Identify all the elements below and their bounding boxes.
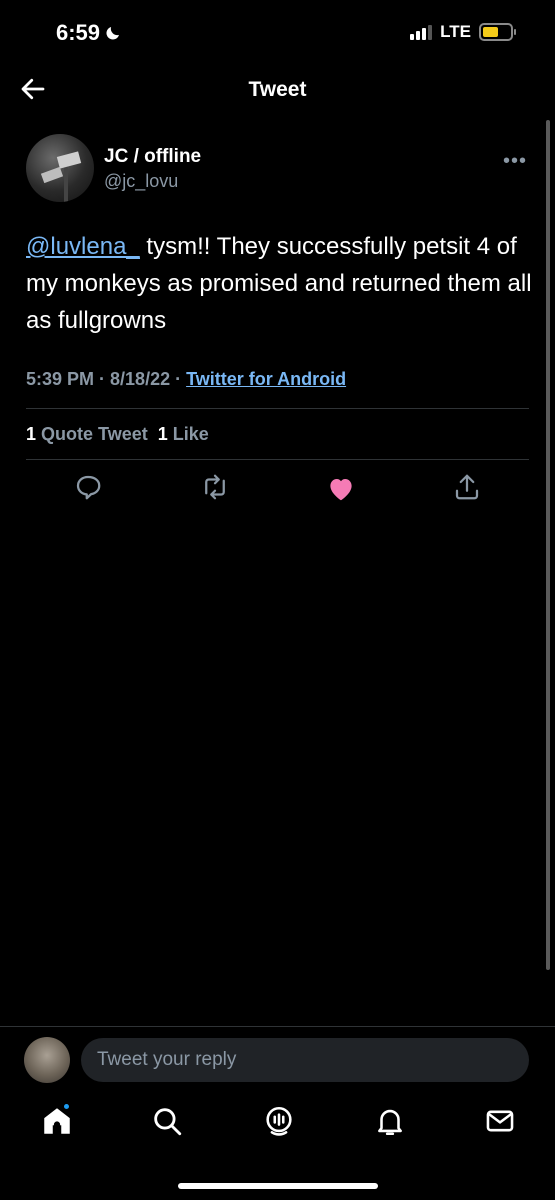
divider: [26, 459, 529, 460]
spaces-icon: [266, 1106, 292, 1136]
tab-notifications[interactable]: [373, 1104, 407, 1138]
tab-spaces[interactable]: [262, 1104, 296, 1138]
more-icon[interactable]: •••: [503, 150, 527, 173]
tab-messages[interactable]: [483, 1104, 517, 1138]
bottom-tab-bar: [0, 1100, 555, 1150]
page-title: Tweet: [248, 78, 307, 101]
author-name[interactable]: JC / offline: [104, 146, 201, 168]
tweet-meta: 5:39 PM · 8/18/22 · Twitter for Android: [26, 369, 347, 389]
status-bar: 6:59 LTE: [0, 0, 555, 66]
home-indicator[interactable]: [178, 1183, 378, 1189]
mention-link[interactable]: @luvlena_: [26, 233, 140, 260]
battery-icon: [479, 23, 516, 41]
status-time: 6:59: [56, 20, 122, 46]
divider: [26, 408, 529, 409]
reply-icon[interactable]: [73, 472, 103, 502]
scrollbar[interactable]: [546, 120, 550, 970]
tweet-date: 8/18/22: [110, 369, 171, 389]
signal-icon: [410, 24, 433, 40]
author-handle[interactable]: @jc_lovu: [104, 171, 178, 192]
likes-stat[interactable]: 1 Like: [158, 424, 209, 445]
tweet-text: @luvlena_ tysm!! They successfully petsi…: [26, 228, 536, 339]
retweet-icon[interactable]: [200, 472, 230, 502]
top-header: Tweet: [0, 66, 555, 114]
reply-input[interactable]: [81, 1038, 529, 1082]
network-type: LTE: [440, 22, 471, 41]
divider: [0, 1026, 555, 1027]
like-icon[interactable]: [326, 474, 356, 504]
quote-tweets-stat[interactable]: 1 Quote Tweet: [26, 424, 148, 445]
search-icon: [154, 1108, 182, 1136]
user-avatar[interactable]: [24, 1037, 70, 1083]
moon-icon: [106, 27, 120, 40]
tab-search[interactable]: [150, 1104, 184, 1138]
tweet-stats: 1 Quote Tweet 1 Like: [26, 424, 209, 445]
messages-icon: [486, 1110, 514, 1132]
status-indicators: LTE: [410, 22, 516, 42]
tweet-actions: [0, 472, 555, 506]
author-avatar[interactable]: [26, 134, 94, 202]
tweet-time: 5:39 PM: [26, 369, 95, 389]
tweet-author: JC / offline @jc_lovu •••: [26, 134, 529, 204]
notification-dot: [62, 1102, 71, 1111]
share-icon[interactable]: [452, 472, 482, 502]
tab-home[interactable]: [40, 1102, 74, 1138]
notifications-icon: [378, 1109, 402, 1136]
tweet-source-link[interactable]: Twitter for Android: [186, 369, 346, 389]
